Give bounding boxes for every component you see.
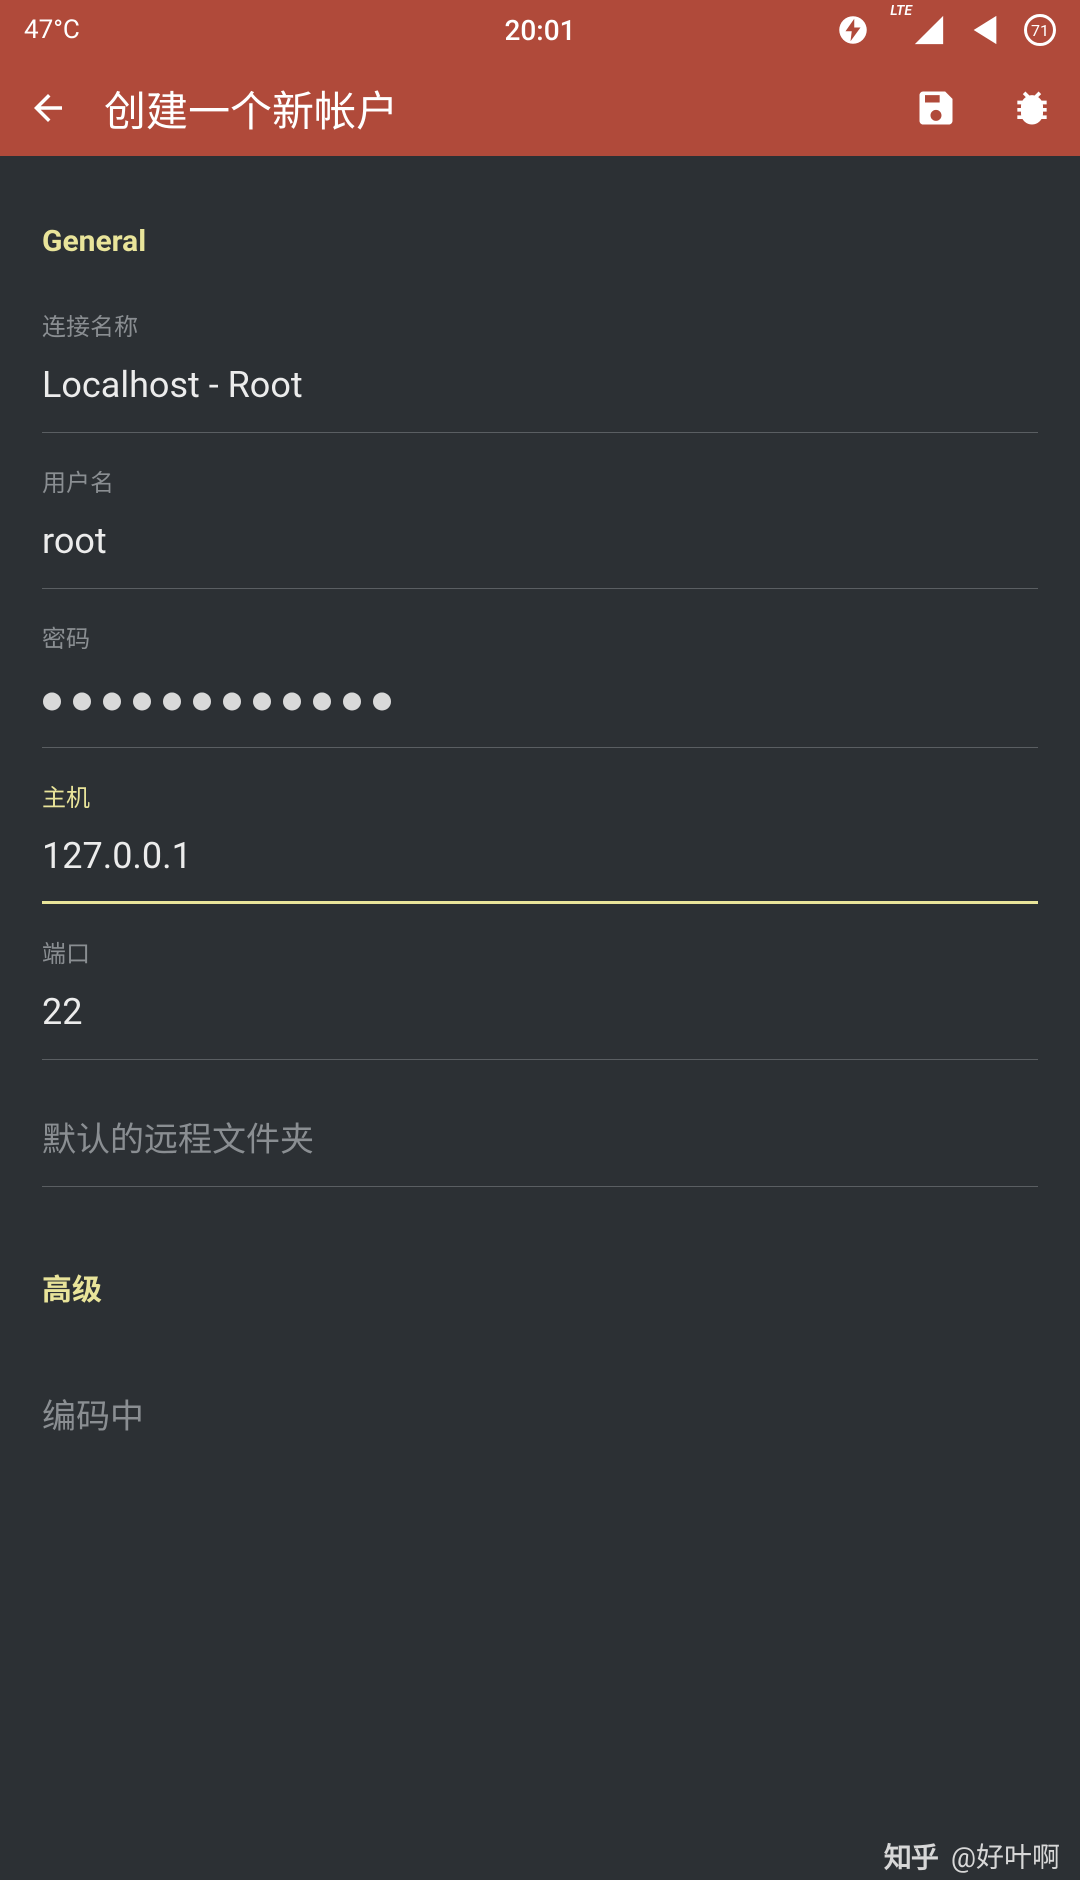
save-icon bbox=[914, 86, 958, 130]
field-label: 用户名 bbox=[42, 463, 1038, 498]
remote-folder-input[interactable] bbox=[42, 1120, 1038, 1187]
app-bar: 创建一个新帐户 bbox=[0, 60, 1080, 156]
field-label: 端口 bbox=[42, 934, 1038, 969]
battery-icon: 71 bbox=[1024, 14, 1056, 46]
port-input[interactable] bbox=[42, 991, 1038, 1060]
signal-indicator: LTE bbox=[890, 13, 946, 47]
connection-name-input[interactable] bbox=[42, 364, 1038, 433]
field-remote-folder bbox=[42, 1060, 1038, 1187]
debug-button[interactable] bbox=[1002, 78, 1062, 138]
signal-icon bbox=[912, 13, 946, 47]
bolt-icon bbox=[838, 15, 868, 45]
field-label: 主机 bbox=[42, 778, 1038, 813]
section-header-general: General bbox=[42, 156, 1038, 277]
field-host: 主机 bbox=[42, 748, 1038, 904]
lte-label: LTE bbox=[890, 3, 912, 19]
field-password: 密码 ●●●●●●●●●●●● bbox=[42, 589, 1038, 748]
back-button[interactable] bbox=[18, 78, 78, 138]
field-label: 连接名称 bbox=[42, 307, 1038, 342]
save-button[interactable] bbox=[906, 78, 966, 138]
form-content: General 连接名称 用户名 密码 ●●●●●●●●●●●● 主机 端口 高… bbox=[0, 156, 1080, 1437]
status-bar: 47°C 20:01 LTE 71 bbox=[0, 0, 1080, 60]
battery-percent: 71 bbox=[1031, 21, 1049, 40]
host-input[interactable] bbox=[42, 835, 1038, 904]
arrow-left-icon bbox=[27, 87, 69, 129]
page-title: 创建一个新帐户 bbox=[104, 78, 870, 139]
field-connection-name: 连接名称 bbox=[42, 277, 1038, 433]
bug-icon bbox=[1010, 86, 1054, 130]
field-username: 用户名 bbox=[42, 433, 1038, 589]
watermark-handle: @好叶啊 bbox=[951, 1841, 1060, 1874]
section-header-advanced: 高级 bbox=[42, 1187, 1038, 1327]
field-port: 端口 bbox=[42, 904, 1038, 1060]
status-temperature: 47°C bbox=[24, 15, 80, 45]
nav-back-icon bbox=[968, 13, 1002, 47]
watermark: 知乎 @好叶啊 bbox=[884, 1836, 1060, 1876]
encoding-input[interactable] bbox=[42, 1397, 1038, 1437]
field-label: 密码 bbox=[42, 619, 1038, 654]
status-time: 20:01 bbox=[504, 14, 575, 47]
field-encoding bbox=[42, 1327, 1038, 1437]
password-input[interactable]: ●●●●●●●●●●●● bbox=[42, 676, 1038, 748]
watermark-site: 知乎 bbox=[884, 1843, 938, 1874]
username-input[interactable] bbox=[42, 520, 1038, 589]
